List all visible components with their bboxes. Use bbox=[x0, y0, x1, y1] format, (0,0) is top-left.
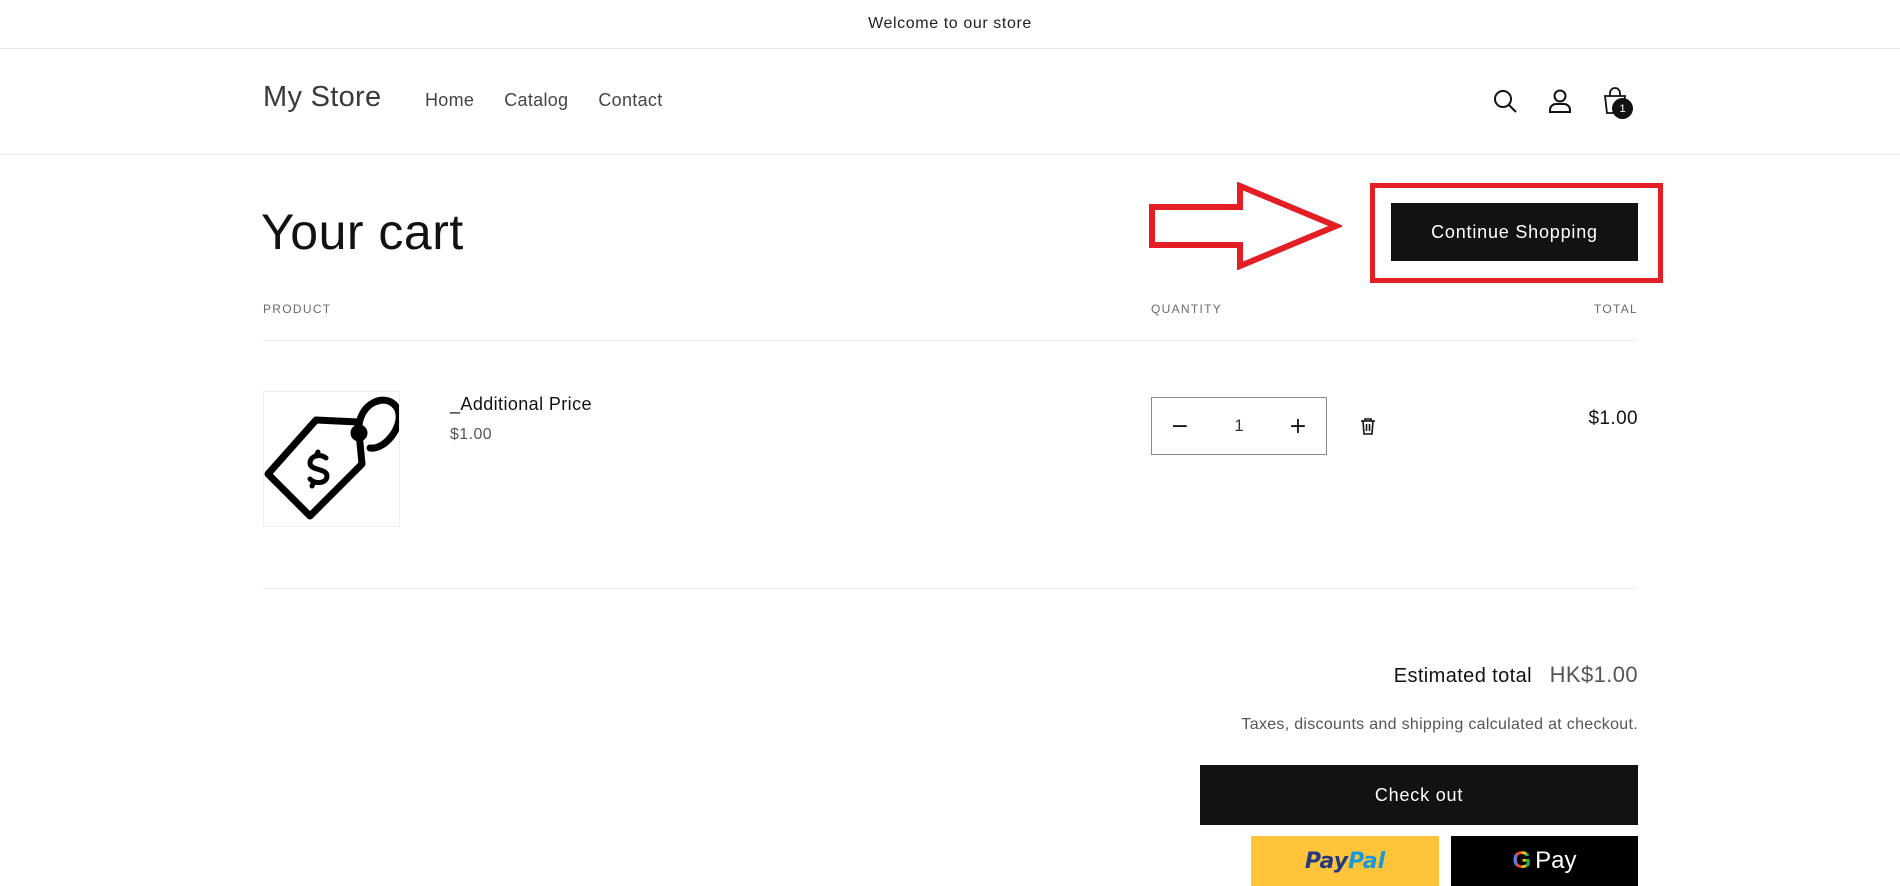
cart-button[interactable]: 1 bbox=[1595, 81, 1635, 121]
plus-icon: + bbox=[1288, 413, 1308, 439]
google-pay-label: Pay bbox=[1535, 847, 1577, 874]
product-unit-price: $1.00 bbox=[450, 426, 493, 443]
quantity-increase-button[interactable]: + bbox=[1270, 398, 1326, 454]
google-pay-button[interactable]: G Pay bbox=[1451, 836, 1638, 886]
cart-count-badge: 1 bbox=[1612, 98, 1633, 119]
estimated-total-label: Estimated total bbox=[1393, 665, 1532, 687]
account-button[interactable] bbox=[1540, 81, 1580, 121]
paypal-logo-part-2: Pal bbox=[1348, 848, 1386, 874]
nav-contact[interactable]: Contact bbox=[598, 90, 662, 111]
continue-shopping-button[interactable]: Continue Shopping bbox=[1391, 203, 1638, 261]
trash-icon bbox=[1361, 418, 1375, 435]
estimated-total-value: HK$1.00 bbox=[1549, 662, 1638, 687]
checkout-button[interactable]: Check out bbox=[1200, 765, 1638, 825]
quantity-input[interactable] bbox=[1208, 406, 1270, 446]
account-icon bbox=[1549, 89, 1571, 113]
column-header-quantity: QUANTITY bbox=[1151, 302, 1223, 316]
quantity-decrease-button[interactable]: − bbox=[1152, 398, 1208, 454]
minus-icon: − bbox=[1170, 413, 1190, 439]
annotation-arrow bbox=[1149, 182, 1342, 270]
announcement-text: Welcome to our store bbox=[868, 15, 1032, 32]
line-item-total: $1.00 bbox=[1588, 408, 1638, 429]
store-logo[interactable]: My Store bbox=[263, 81, 381, 114]
quantity-stepper: − + bbox=[1151, 397, 1327, 455]
paypal-logo-part-1: Pay bbox=[1304, 848, 1349, 874]
page-title: Your cart bbox=[261, 204, 464, 260]
product-name-link[interactable]: _Additional Price bbox=[450, 394, 592, 415]
search-icon bbox=[1494, 90, 1517, 113]
column-header-product: PRODUCT bbox=[263, 302, 332, 316]
site-header: My Store Home Catalog Contact 1 bbox=[0, 49, 1900, 155]
tax-note: Taxes, discounts and shipping calculated… bbox=[1241, 716, 1638, 733]
google-g-icon: G bbox=[1512, 847, 1532, 874]
remove-item-button[interactable] bbox=[1355, 413, 1381, 439]
table-divider-top bbox=[263, 340, 1637, 341]
table-divider-bottom bbox=[263, 588, 1637, 589]
search-button[interactable] bbox=[1485, 81, 1525, 121]
nav-catalog[interactable]: Catalog bbox=[504, 90, 568, 111]
column-header-total: TOTAL bbox=[1593, 302, 1638, 316]
price-tag-icon bbox=[264, 396, 403, 520]
announcement-bar: Welcome to our store bbox=[0, 0, 1900, 49]
nav-home[interactable]: Home bbox=[425, 90, 474, 111]
paypal-button[interactable]: Pay Pal bbox=[1251, 836, 1439, 886]
product-image[interactable] bbox=[263, 391, 403, 527]
main-nav: Home Catalog Contact bbox=[425, 90, 693, 111]
